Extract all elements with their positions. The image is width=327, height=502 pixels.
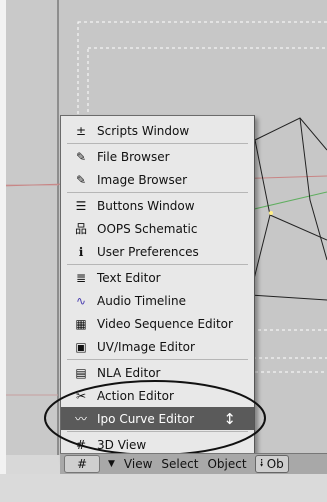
plus-minus-icon: ± xyxy=(75,123,87,138)
menu-separator xyxy=(67,359,248,360)
buttons-window-icon: ☰ xyxy=(75,198,87,213)
menu-item-image-browser[interactable]: ✎ Image Browser xyxy=(61,168,254,191)
3d-view-icon: # xyxy=(75,437,87,452)
view-menu[interactable]: View xyxy=(124,457,152,471)
menu-item-scripts-window[interactable]: ± Scripts Window xyxy=(61,119,254,142)
action-editor-icon: ✂ xyxy=(75,388,87,403)
menu-item-label: Image Browser xyxy=(97,172,188,187)
chevron-down-icon[interactable]: ▼ xyxy=(108,459,115,469)
editor-type-button[interactable]: # xyxy=(64,455,100,473)
text-editor-icon: ≣ xyxy=(75,270,87,285)
menu-item-label: OOPS Schematic xyxy=(97,221,198,236)
menu-item-label: 3D View xyxy=(97,437,147,452)
audio-timeline-icon: ∿ xyxy=(75,293,87,308)
menu-separator xyxy=(67,143,248,144)
menu-item-label: UV/Image Editor xyxy=(97,339,195,354)
menu-item-video-sequence-editor[interactable]: ▦ Video Sequence Editor xyxy=(61,312,254,335)
menu-item-label: NLA Editor xyxy=(97,365,161,380)
menu-item-label: User Preferences xyxy=(97,244,199,259)
menu-item-label: Text Editor xyxy=(97,270,161,285)
menu-item-oops-schematic[interactable]: 品 OOPS Schematic xyxy=(61,217,254,240)
resize-cursor-icon: ↕ xyxy=(223,410,236,428)
menu-separator xyxy=(67,264,248,265)
select-menu[interactable]: Select xyxy=(161,457,198,471)
menu-item-uv-image-editor[interactable]: ▣ UV/Image Editor xyxy=(61,335,254,358)
menu-item-text-editor[interactable]: ≣ Text Editor xyxy=(61,266,254,289)
oops-schematic-icon: 品 xyxy=(74,221,87,236)
menu-item-buttons-window[interactable]: ☰ Buttons Window xyxy=(61,194,254,217)
image-browser-icon: ✎ xyxy=(75,172,87,187)
video-sequence-icon: ▦ xyxy=(75,316,87,331)
menu-item-action-editor[interactable]: ✂ Action Editor xyxy=(61,384,254,407)
menu-item-label: Ipo Curve Editor xyxy=(97,411,195,426)
menu-item-ipo-curve-editor[interactable]: 〰 Ipo Curve Editor ↕ xyxy=(61,407,254,430)
editor-type-menu: ± Scripts Window ✎ File Browser ✎ Image … xyxy=(60,115,255,460)
menu-separator xyxy=(67,431,248,432)
menu-item-file-browser[interactable]: ✎ File Browser xyxy=(61,145,254,168)
ipo-curve-icon: 〰 xyxy=(74,411,87,426)
object-mode-button[interactable]: ⭭ Ob xyxy=(254,455,289,473)
window-left-edge xyxy=(0,0,6,502)
menu-separator xyxy=(67,192,248,193)
menu-item-label: Video Sequence Editor xyxy=(97,316,233,331)
menu-item-nla-editor[interactable]: ▤ NLA Editor xyxy=(61,361,254,384)
menu-item-user-preferences[interactable]: ℹ User Preferences xyxy=(61,240,254,263)
object-menu[interactable]: Object xyxy=(207,457,246,471)
file-browser-icon: ✎ xyxy=(75,149,87,164)
grid-icon: # xyxy=(76,457,88,471)
object-mode-label: Ob xyxy=(266,457,284,471)
user-preferences-icon: ℹ xyxy=(78,244,84,259)
menu-item-label: Buttons Window xyxy=(97,198,195,213)
menu-item-label: Audio Timeline xyxy=(97,293,186,308)
object-mode-icon: ⭭ xyxy=(259,455,264,470)
menu-item-label: Action Editor xyxy=(97,388,174,403)
viewport-header: # ▼ View Select Object ⭭ Ob xyxy=(60,453,327,474)
menu-item-label: Scripts Window xyxy=(97,123,190,138)
nla-editor-icon: ▤ xyxy=(75,365,87,380)
menu-item-audio-timeline[interactable]: ∿ Audio Timeline xyxy=(61,289,254,312)
bottom-strip xyxy=(0,474,327,502)
menu-item-label: File Browser xyxy=(97,149,170,164)
uv-image-editor-icon: ▣ xyxy=(75,339,87,354)
